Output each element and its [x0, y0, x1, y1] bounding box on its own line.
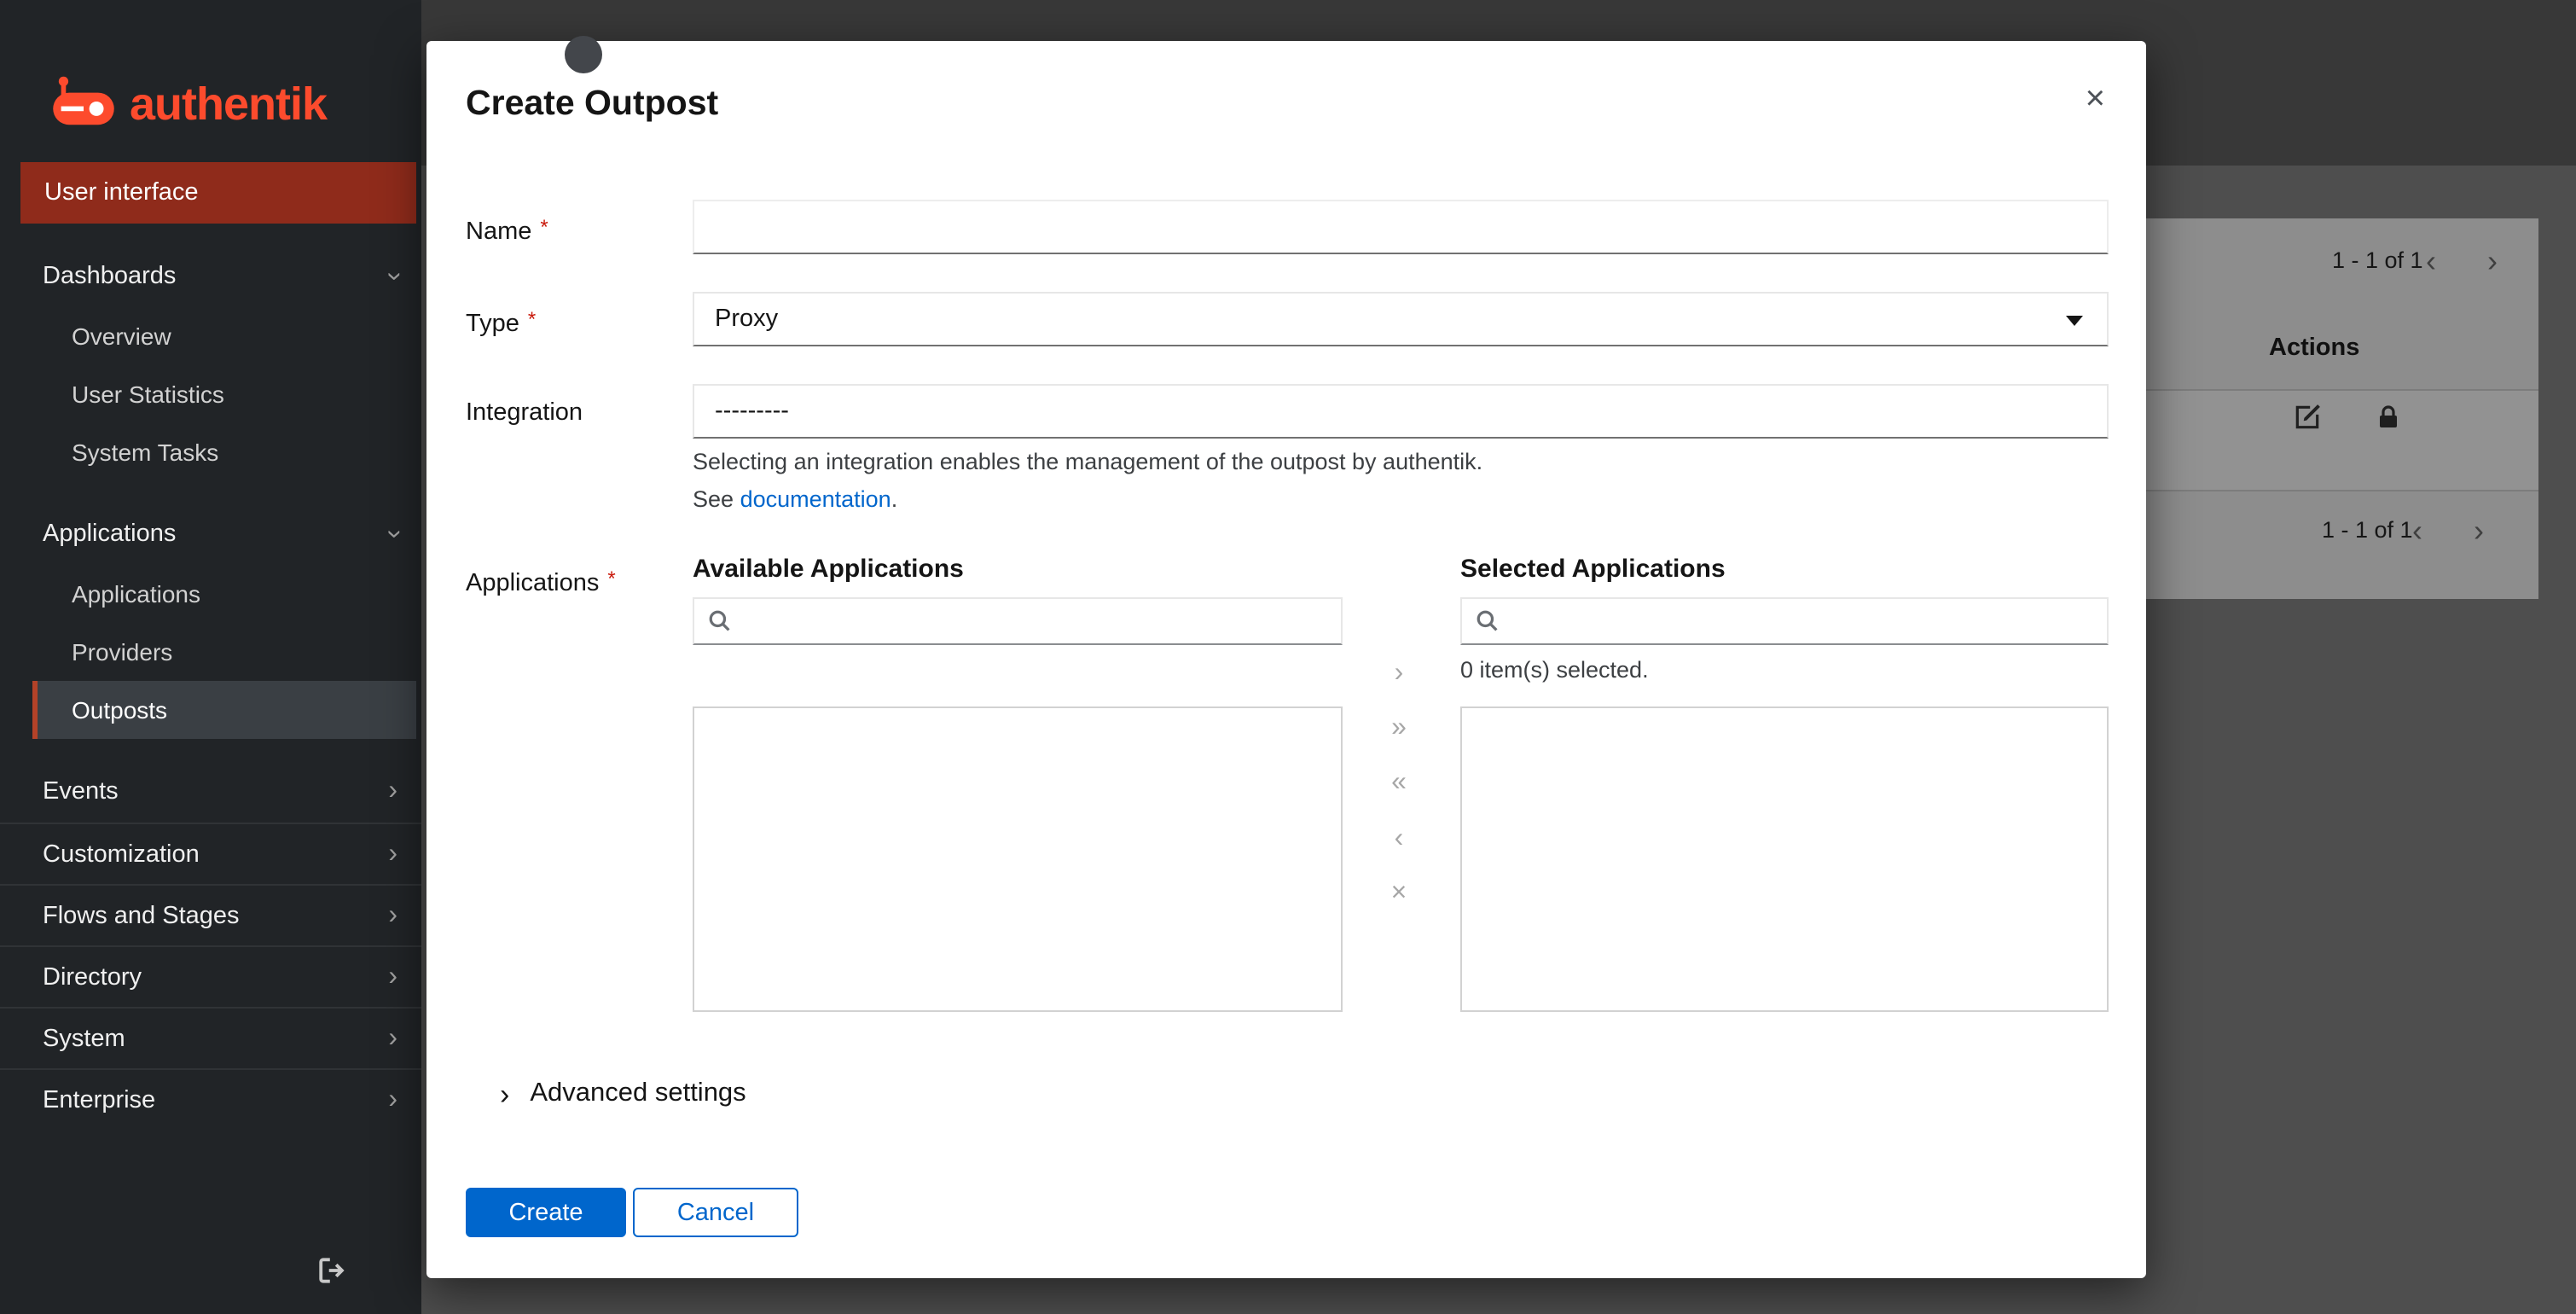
search-icon	[1476, 609, 1498, 640]
integration-help-text: Selecting an integration enables the man…	[693, 449, 1482, 474]
sidebar-item-outposts[interactable]: Outposts	[32, 681, 416, 739]
sidebar-item-label: Applications	[72, 580, 200, 608]
sidebar-item-customization[interactable]: Customization ›	[0, 823, 421, 884]
chevron-down-icon	[2066, 316, 2083, 326]
modal-title: Create Outpost	[466, 84, 718, 125]
sidebar-item-user-statistics[interactable]: User Statistics	[0, 365, 421, 423]
available-search	[693, 597, 1343, 645]
pagination-next-icon[interactable]: ›	[2474, 515, 2484, 546]
selected-applications-title: Selected Applications	[1460, 555, 1726, 584]
sidebar-item-applications[interactable]: Applications	[0, 565, 421, 623]
sidebar-item-label: User Statistics	[72, 381, 224, 408]
chevron-right-icon: ›	[388, 1025, 397, 1052]
authentik-logo-text: authentik	[130, 78, 327, 131]
type-select-value: Proxy	[715, 305, 778, 333]
available-applications-listbox[interactable]	[693, 706, 1343, 1012]
required-marker: *	[540, 215, 548, 239]
pagination-bottom-label: 1 - 1 of 1	[2322, 517, 2413, 543]
sidebar-item-overview[interactable]: Overview	[0, 307, 421, 365]
available-search-input[interactable]	[693, 597, 1343, 645]
create-button[interactable]: Create	[466, 1188, 626, 1237]
sidebar-item-label: Directory	[43, 963, 142, 991]
sidebar-item-label: Customization	[43, 840, 200, 868]
remove-all-button[interactable]: «	[1378, 763, 1419, 804]
pagination-prev-icon[interactable]: ‹	[2426, 246, 2436, 276]
lock-icon[interactable]	[2375, 403, 2402, 440]
sidebar-item-directory[interactable]: Directory ›	[0, 945, 421, 1007]
integration-select[interactable]: ---------	[693, 384, 2109, 439]
cancel-button[interactable]: Cancel	[633, 1188, 798, 1237]
chevron-right-icon: ›	[500, 1079, 509, 1108]
sign-out-icon[interactable]	[317, 1256, 350, 1294]
chevron-right-icon: ›	[388, 902, 397, 929]
add-all-button[interactable]: »	[1378, 708, 1419, 749]
integration-field-label: Integration	[466, 399, 583, 427]
sidebar: authentik User interface Dashboards › Ov…	[0, 0, 421, 1314]
sidebar-item-dashboards[interactable]: Dashboards ›	[0, 246, 421, 307]
sidebar-item-label: Providers	[72, 638, 172, 666]
authentik-logo-icon	[51, 73, 116, 137]
advanced-settings-toggle[interactable]: › Advanced settings	[500, 1079, 746, 1109]
close-icon[interactable]: ×	[2086, 82, 2105, 116]
integration-help-text-2: See documentation.	[693, 486, 897, 512]
sidebar-item-label: Applications	[43, 520, 176, 548]
sidebar-item-providers[interactable]: Providers	[0, 623, 421, 681]
type-field-label: Type*	[466, 307, 536, 338]
sidebar-item-system[interactable]: System ›	[0, 1007, 421, 1068]
advanced-settings-label: Advanced settings	[530, 1079, 746, 1109]
chevron-down-icon: ›	[380, 272, 407, 282]
sidebar-item-label: Events	[43, 778, 119, 805]
edit-icon[interactable]	[2293, 403, 2322, 440]
required-marker: *	[528, 307, 536, 331]
documentation-link[interactable]: documentation	[740, 486, 891, 512]
applications-field-label: Applications*	[466, 567, 616, 597]
chevron-down-icon: ›	[380, 530, 407, 539]
required-marker: *	[607, 567, 615, 590]
selected-search-input[interactable]	[1460, 597, 2109, 645]
sidebar-item-label: Overview	[72, 323, 171, 350]
sidebar-item-events[interactable]: Events ›	[0, 761, 421, 823]
selected-count-status: 0 item(s) selected.	[1460, 657, 1649, 683]
sidebar-item-label: User interface	[44, 179, 199, 206]
search-icon	[708, 609, 730, 640]
sidebar-item-label: Enterprise	[43, 1086, 155, 1113]
sidebar-item-system-tasks[interactable]: System Tasks	[0, 423, 421, 481]
type-select[interactable]: Proxy	[693, 292, 2109, 346]
sidebar-item-label: System Tasks	[72, 439, 218, 466]
add-selected-button[interactable]: ›	[1378, 654, 1419, 695]
pagination-next-icon[interactable]: ›	[2487, 246, 2498, 276]
sidebar-item-label: System	[43, 1025, 125, 1052]
remove-selected-button[interactable]: ‹	[1378, 819, 1419, 860]
sidebar-item-label: Outposts	[72, 696, 167, 724]
name-field-label: Name*	[466, 215, 548, 246]
name-input[interactable]	[693, 200, 2109, 254]
sidebar-item-label: Dashboards	[43, 263, 176, 290]
clear-selection-button[interactable]: ×	[1378, 874, 1419, 915]
sidebar-item-label: Flows and Stages	[43, 902, 240, 929]
create-outpost-modal: Create Outpost × Name* Type* Proxy Integ…	[426, 41, 2146, 1278]
chevron-right-icon: ›	[388, 840, 397, 868]
pagination-top-label: 1 - 1 of 1	[2332, 247, 2423, 273]
app-root: </> 1 - 1 of 1 ‹ › Actions 1 - 1 of 1 ‹ …	[0, 0, 2576, 1314]
sidebar-item-flows-and-stages[interactable]: Flows and Stages ›	[0, 884, 421, 945]
selected-search	[1460, 597, 2109, 645]
sidebar-nav: User interface Dashboards › Overview Use…	[0, 162, 421, 1130]
avatar	[565, 36, 602, 73]
pagination-prev-icon[interactable]: ‹	[2412, 515, 2422, 546]
sidebar-item-applications-group[interactable]: Applications ›	[0, 503, 421, 565]
selected-applications-listbox[interactable]	[1460, 706, 2109, 1012]
authentik-logo[interactable]: authentik	[0, 0, 421, 162]
actions-column-header: Actions	[2269, 334, 2359, 362]
sidebar-item-enterprise[interactable]: Enterprise ›	[0, 1068, 421, 1130]
chevron-right-icon: ›	[388, 963, 397, 991]
integration-select-value: ---------	[715, 398, 789, 425]
sidebar-item-user-interface[interactable]: User interface	[20, 162, 416, 224]
available-applications-title: Available Applications	[693, 555, 964, 584]
chevron-right-icon: ›	[388, 1086, 397, 1113]
chevron-right-icon: ›	[388, 778, 397, 805]
